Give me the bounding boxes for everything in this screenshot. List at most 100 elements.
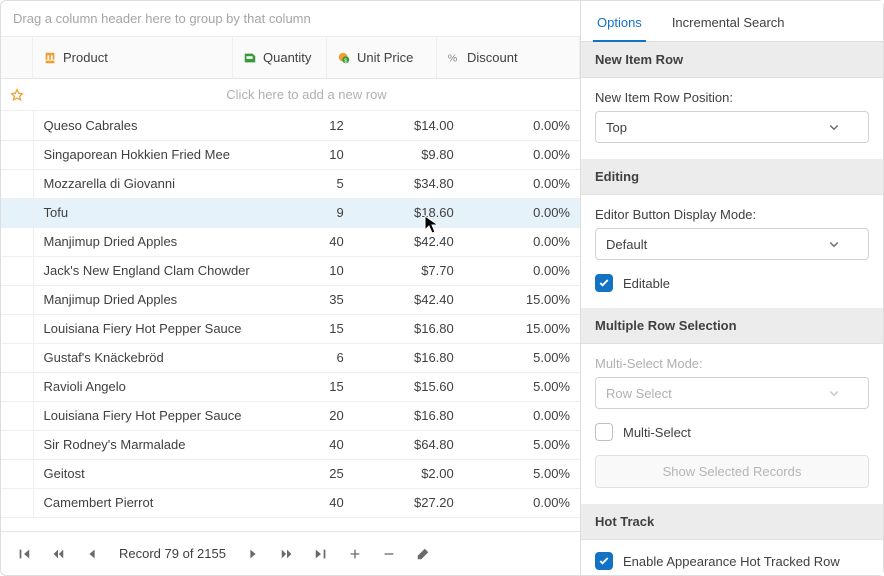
cell-quantity[interactable]: 40	[260, 430, 354, 459]
editor-display-mode-select[interactable]: Default	[595, 228, 869, 260]
cell-discount[interactable]: 15.00%	[464, 314, 580, 343]
cell-unit-price[interactable]: $14.00	[354, 111, 464, 140]
last-button[interactable]	[304, 539, 338, 569]
cell-quantity[interactable]: 25	[260, 459, 354, 488]
cell-quantity[interactable]: 40	[260, 488, 354, 517]
cell-quantity[interactable]: 35	[260, 285, 354, 314]
cell-unit-price[interactable]: $16.80	[354, 401, 464, 430]
product-icon	[43, 51, 57, 65]
edit-button[interactable]	[406, 539, 440, 569]
tab-options[interactable]: Options	[593, 7, 646, 42]
next-button[interactable]	[236, 539, 270, 569]
cell-discount[interactable]: 0.00%	[464, 169, 580, 198]
tab-incremental-search[interactable]: Incremental Search	[668, 7, 789, 41]
cell-unit-price[interactable]: $9.80	[354, 140, 464, 169]
select-value: Default	[606, 237, 647, 252]
column-header-product[interactable]: Product	[33, 37, 233, 78]
editable-label: Editable	[623, 276, 670, 291]
cell-quantity[interactable]: 6	[260, 343, 354, 372]
cell-unit-price[interactable]: $16.80	[354, 343, 464, 372]
cell-unit-price[interactable]: $64.80	[354, 430, 464, 459]
cell-quantity[interactable]: 9	[260, 198, 354, 227]
cell-quantity[interactable]: 10	[260, 256, 354, 285]
cell-unit-price[interactable]: $18.60	[354, 198, 464, 227]
cell-discount[interactable]: 0.00%	[464, 488, 580, 517]
data-grid: Drag a column header here to group by th…	[1, 1, 581, 575]
row-indicator	[1, 285, 33, 314]
cell-quantity[interactable]: 40	[260, 227, 354, 256]
cell-product[interactable]: Sir Rodney's Marmalade	[33, 430, 260, 459]
cell-product[interactable]: Queso Cabrales	[33, 111, 260, 140]
cell-unit-price[interactable]: $27.20	[354, 488, 464, 517]
next-page-button[interactable]	[270, 539, 304, 569]
table-row[interactable]: Manjimup Dried Apples40$42.400.00%	[1, 227, 580, 256]
cell-product[interactable]: Manjimup Dried Apples	[33, 285, 260, 314]
cell-unit-price[interactable]: $2.00	[354, 459, 464, 488]
cell-unit-price[interactable]: $7.70	[354, 256, 464, 285]
cell-product[interactable]: Singaporean Hokkien Fried Mee	[33, 140, 260, 169]
prev-page-button[interactable]	[41, 539, 75, 569]
cell-product[interactable]: Ravioli Angelo	[33, 372, 260, 401]
cell-unit-price[interactable]: $34.80	[354, 169, 464, 198]
cell-product[interactable]: Louisiana Fiery Hot Pepper Sauce	[33, 314, 260, 343]
table-row[interactable]: Mozzarella di Giovanni5$34.800.00%	[1, 169, 580, 198]
add-button[interactable]	[338, 539, 372, 569]
new-item-position-select[interactable]: Top	[595, 111, 869, 143]
column-header-unit-price[interactable]: $ Unit Price	[327, 37, 437, 78]
hot-track-checkbox[interactable]	[595, 552, 613, 570]
cell-product[interactable]: Tofu	[33, 198, 260, 227]
new-row-prompt: Click here to add a new row	[33, 87, 580, 102]
cell-unit-price[interactable]: $42.40	[354, 227, 464, 256]
table-row[interactable]: Geitost25$2.005.00%	[1, 459, 580, 488]
cell-unit-price[interactable]: $42.40	[354, 285, 464, 314]
cell-quantity[interactable]: 20	[260, 401, 354, 430]
cell-quantity[interactable]: 15	[260, 372, 354, 401]
cell-product[interactable]: Jack's New England Clam Chowder	[33, 256, 260, 285]
table-row[interactable]: Camembert Pierrot40$27.200.00%	[1, 488, 580, 517]
prev-button[interactable]	[75, 539, 109, 569]
cell-product[interactable]: Camembert Pierrot	[33, 488, 260, 517]
cell-discount[interactable]: 0.00%	[464, 111, 580, 140]
table-row[interactable]: Ravioli Angelo15$15.605.00%	[1, 372, 580, 401]
cell-discount[interactable]: 15.00%	[464, 285, 580, 314]
multi-select-checkbox[interactable]	[595, 423, 613, 441]
cell-product[interactable]: Mozzarella di Giovanni	[33, 169, 260, 198]
table-row[interactable]: Louisiana Fiery Hot Pepper Sauce20$16.80…	[1, 401, 580, 430]
cell-discount[interactable]: 0.00%	[464, 198, 580, 227]
cell-product[interactable]: Louisiana Fiery Hot Pepper Sauce	[33, 401, 260, 430]
cell-discount[interactable]: 5.00%	[464, 430, 580, 459]
group-panel[interactable]: Drag a column header here to group by th…	[1, 1, 580, 37]
column-header-discount[interactable]: % Discount	[437, 37, 580, 78]
cell-quantity[interactable]: 15	[260, 314, 354, 343]
cell-product[interactable]: Gustaf's Knäckebröd	[33, 343, 260, 372]
table-row[interactable]: Louisiana Fiery Hot Pepper Sauce15$16.80…	[1, 314, 580, 343]
editable-checkbox[interactable]	[595, 274, 613, 292]
column-header-quantity[interactable]: Quantity	[233, 37, 327, 78]
table-row[interactable]: Sir Rodney's Marmalade40$64.805.00%	[1, 430, 580, 459]
table-row[interactable]: Singaporean Hokkien Fried Mee10$9.800.00…	[1, 140, 580, 169]
remove-button[interactable]	[372, 539, 406, 569]
table-row[interactable]: Queso Cabrales12$14.000.00%	[1, 111, 580, 140]
cell-discount[interactable]: 0.00%	[464, 227, 580, 256]
table-row[interactable]: Tofu9$18.600.00%	[1, 198, 580, 227]
cell-product[interactable]: Geitost	[33, 459, 260, 488]
table-row[interactable]: Gustaf's Knäckebröd6$16.805.00%	[1, 343, 580, 372]
cell-unit-price[interactable]: $15.60	[354, 372, 464, 401]
cell-quantity[interactable]: 12	[260, 111, 354, 140]
table-row[interactable]: Jack's New England Clam Chowder10$7.700.…	[1, 256, 580, 285]
cell-discount[interactable]: 5.00%	[464, 343, 580, 372]
cell-discount[interactable]: 5.00%	[464, 459, 580, 488]
grid-rows[interactable]: Queso Cabrales12$14.000.00%Singaporean H…	[1, 111, 580, 531]
new-item-row[interactable]: Click here to add a new row	[1, 79, 580, 111]
first-button[interactable]	[7, 539, 41, 569]
cell-unit-price[interactable]: $16.80	[354, 314, 464, 343]
cell-quantity[interactable]: 5	[260, 169, 354, 198]
cell-product[interactable]: Manjimup Dried Apples	[33, 227, 260, 256]
cell-discount[interactable]: 0.00%	[464, 401, 580, 430]
row-indicator	[1, 430, 33, 459]
table-row[interactable]: Manjimup Dried Apples35$42.4015.00%	[1, 285, 580, 314]
cell-discount[interactable]: 0.00%	[464, 256, 580, 285]
cell-discount[interactable]: 5.00%	[464, 372, 580, 401]
cell-quantity[interactable]: 10	[260, 140, 354, 169]
cell-discount[interactable]: 0.00%	[464, 140, 580, 169]
